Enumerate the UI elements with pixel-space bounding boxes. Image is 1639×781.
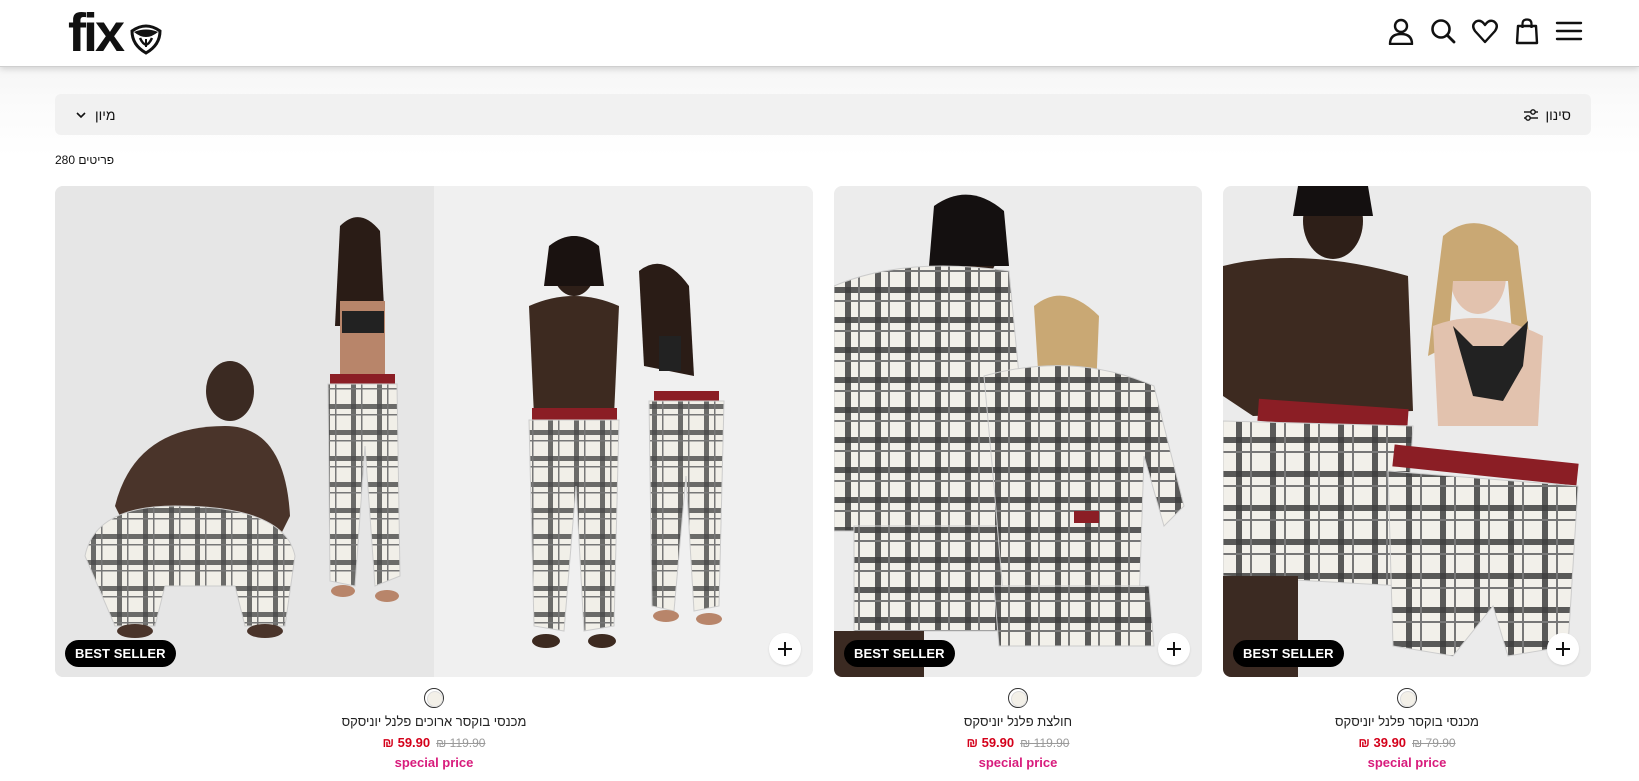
search-icon[interactable] [1429,14,1457,48]
user-icon[interactable] [1387,14,1415,48]
product-card[interactable]: BEST SELLER מכנסי בוקסר ארוכים פלנל יוני… [55,186,813,770]
color-swatch[interactable] [1397,688,1417,708]
product-photo-illustration [528,236,725,648]
bag-icon[interactable] [1513,14,1541,48]
logo-text: fix [68,3,125,63]
sort-button[interactable]: מיון [75,94,116,135]
product-name[interactable]: מכנסי בוקסר ארוכים פלנל יוניסקס [55,714,813,729]
quick-add-button[interactable] [769,633,801,665]
product-name[interactable]: מכנסי בוקסר פלנל יוניסקס [1223,714,1591,729]
product-photo-illustration [834,194,1185,677]
plus-icon [1556,642,1570,656]
product-prices: ₪ 59.90 ₪ 119.90 [55,735,813,750]
filter-sliders-icon [1524,108,1539,121]
quick-add-button[interactable] [1547,633,1579,665]
sort-label: מיון [95,106,116,123]
product-prices: ₪ 59.90 ₪ 119.90 [834,735,1202,750]
original-price: ₪ 119.90 [1020,736,1070,750]
product-prices: ₪ 39.90 ₪ 79.90 [1223,735,1591,750]
product-image[interactable]: BEST SELLER [55,186,813,677]
filter-button[interactable]: סינון [1523,94,1571,135]
sale-price: ₪ 39.90 [1358,735,1407,750]
sale-price: ₪ 59.90 [966,735,1015,750]
filter-label: סינון [1545,106,1571,123]
product-image[interactable]: BEST SELLER [834,186,1202,677]
filter-sort-bar: מיון סינון [55,94,1591,135]
product-image[interactable]: BEST SELLER [1223,186,1591,677]
best-seller-badge: BEST SELLER [844,640,955,667]
promo-label: special price [978,755,1058,770]
product-photo-illustration [1223,186,1579,677]
results-count: 280 פריטים [55,153,115,167]
product-card[interactable]: BEST SELLER חולצת פלנל יוניסקס ₪ 59.90 ₪ … [834,186,1202,770]
plus-icon [778,642,792,656]
site-header: fix [0,0,1639,67]
best-seller-badge: BEST SELLER [65,640,176,667]
promo-label: special price [394,755,474,770]
plus-icon [1167,642,1181,656]
chevron-down-icon [76,111,86,118]
product-card[interactable]: BEST SELLER מכנסי בוקסר פלנל יוניסקס ₪ 3… [1223,186,1591,770]
color-swatch[interactable] [1008,688,1028,708]
product-photo-right [434,186,813,677]
original-price: ₪ 79.90 [1412,736,1456,750]
quick-add-button[interactable] [1158,633,1190,665]
heart-icon[interactable] [1471,14,1499,48]
best-seller-badge: BEST SELLER [1233,640,1344,667]
tongue-logo-icon [130,24,162,55]
color-swatch[interactable] [424,688,444,708]
fix-logo[interactable]: fix [68,6,166,60]
original-price: ₪ 119.90 [436,736,486,750]
product-photo-left [55,186,434,677]
menu-icon[interactable] [1555,14,1583,48]
promo-label: special price [1367,755,1447,770]
sale-price: ₪ 59.90 [382,735,431,750]
header-icons [1387,14,1583,48]
product-name[interactable]: חולצת פלנל יוניסקס [834,714,1202,729]
product-photo-illustration [84,217,401,638]
